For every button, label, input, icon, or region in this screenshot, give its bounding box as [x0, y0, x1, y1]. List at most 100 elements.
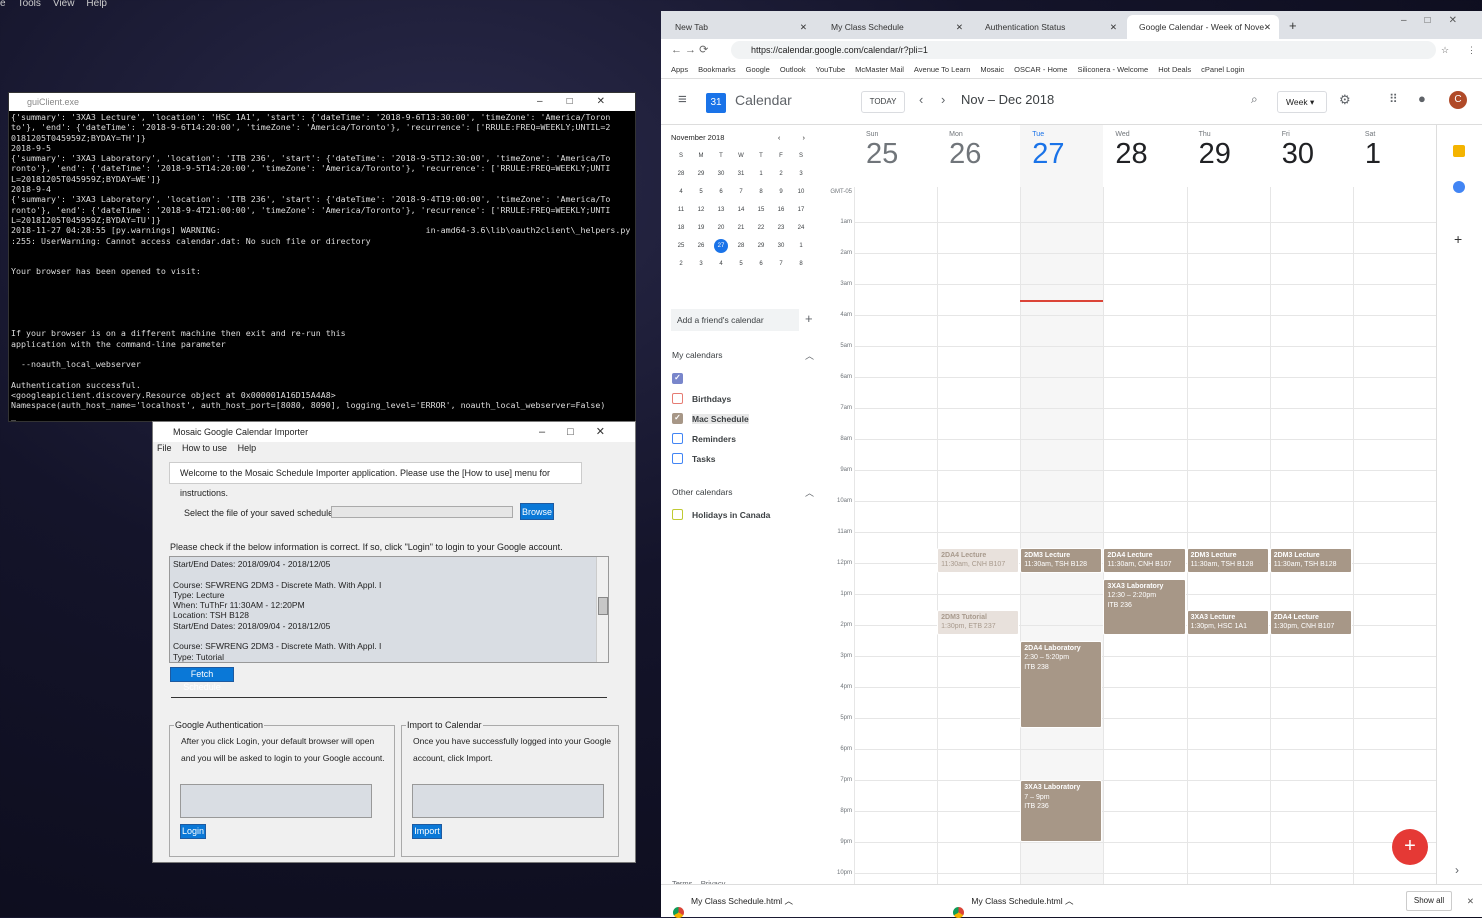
- calendar-event[interactable]: 2DM3 Lecture 11:30am, TSH B128: [1186, 547, 1269, 574]
- calendar-list-item[interactable]: Birthdays: [661, 389, 826, 409]
- hamburger-icon[interactable]: ≡: [678, 91, 687, 108]
- mini-day[interactable]: 19: [691, 219, 711, 237]
- mini-day[interactable]: 27: [711, 237, 731, 255]
- mini-day[interactable]: 6: [751, 255, 771, 273]
- console-titlebar[interactable]: guiClient.exe –□✕: [9, 93, 635, 111]
- bookmark-item[interactable]: Google: [746, 65, 770, 74]
- avatar[interactable]: C: [1449, 91, 1467, 109]
- add-addon-icon[interactable]: +: [1454, 231, 1462, 247]
- browse-button[interactable]: Browse: [520, 503, 554, 520]
- mini-day[interactable]: 14: [731, 201, 751, 219]
- day-header-mon[interactable]: Mon 26: [937, 125, 1020, 187]
- search-icon[interactable]: ⌕: [1251, 92, 1258, 107]
- view-select[interactable]: Week ▾: [1277, 91, 1327, 113]
- menu-how-to-use[interactable]: How to use: [182, 443, 227, 453]
- plus-icon[interactable]: +: [805, 311, 813, 326]
- day-header-fri[interactable]: Fri 30: [1270, 125, 1353, 187]
- mini-day[interactable]: 11: [671, 201, 691, 219]
- tab-my-class-schedule[interactable]: My Class Schedule ✕: [819, 15, 971, 39]
- tab-authentication-status[interactable]: Authentication Status ✕: [973, 15, 1125, 39]
- mini-day[interactable]: 3: [791, 165, 811, 183]
- close-icon[interactable]: ✕: [956, 15, 963, 39]
- mini-day[interactable]: 31: [731, 165, 751, 183]
- tasks-icon[interactable]: [1453, 181, 1465, 193]
- mini-day[interactable]: 17: [791, 201, 811, 219]
- mini-day[interactable]: 1: [751, 165, 771, 183]
- mini-day[interactable]: 21: [731, 219, 751, 237]
- mini-day[interactable]: 22: [751, 219, 771, 237]
- calendar-event[interactable]: 3XA3 Lecture 1:30pm, HSC 1A1: [1186, 609, 1269, 636]
- mini-day[interactable]: 2: [671, 255, 691, 273]
- bookmark-item[interactable]: Siliconera - Welcome: [1077, 65, 1148, 74]
- calendar-list-item[interactable]: Tasks: [661, 449, 826, 469]
- calendar-list-item[interactable]: ✓ Mac Schedule: [661, 409, 826, 429]
- create-event-button[interactable]: +: [1392, 829, 1428, 865]
- close-icon[interactable]: ✕: [800, 15, 807, 39]
- importer-titlebar[interactable]: Mosaic Google Calendar Importer –□✕: [153, 422, 635, 442]
- calendar-event[interactable]: 2DA4 Lecture 1:30pm, CNH B107: [1269, 609, 1352, 636]
- checkbox[interactable]: [672, 433, 683, 444]
- notifications-icon[interactable]: ●: [1418, 91, 1426, 106]
- mini-day[interactable]: 15: [751, 201, 771, 219]
- mini-nav-arrows[interactable]: ‹ ›: [778, 133, 815, 142]
- desktop-menu-item[interactable]: View: [53, 0, 75, 9]
- mini-day[interactable]: 29: [751, 237, 771, 255]
- my-calendars-header[interactable]: My calendars: [672, 350, 723, 360]
- schedule-info-box[interactable]: Start/End Dates: 2018/09/04 - 2018/12/05…: [169, 556, 609, 663]
- day-header-sat[interactable]: Sat 1: [1353, 125, 1436, 187]
- calendar-event[interactable]: 3XA3 Laboratory 12:30 – 2:20pm ITB 236: [1103, 578, 1186, 636]
- calendar-event[interactable]: 2DM3 Lecture 11:30am, TSH B128: [1020, 547, 1103, 574]
- next-arrow-icon[interactable]: ›: [941, 92, 945, 107]
- nav-buttons[interactable]: ← → ⟳: [671, 39, 708, 61]
- desktop-menu-item[interactable]: Help: [86, 0, 107, 9]
- menu-file[interactable]: File: [157, 443, 172, 453]
- window-controls[interactable]: –□✕: [539, 422, 627, 442]
- day-header-tue[interactable]: Tue 27: [1020, 125, 1103, 187]
- calendar-list-item[interactable]: Reminders: [661, 429, 826, 449]
- calendar-event[interactable]: 2DM3 Tutorial 1:30pm, ETB 237: [937, 609, 1020, 636]
- bookmark-item[interactable]: Apps: [671, 65, 688, 74]
- desktop-menu-item[interactable]: e: [0, 0, 6, 9]
- gear-icon[interactable]: ⚙: [1339, 92, 1351, 108]
- mini-day[interactable]: 25: [671, 237, 691, 255]
- mini-day[interactable]: 26: [691, 237, 711, 255]
- mini-day[interactable]: 10: [791, 183, 811, 201]
- url-field[interactable]: https://calendar.google.com/calendar/r?p…: [731, 41, 1436, 59]
- mini-day[interactable]: 16: [771, 201, 791, 219]
- fetch-schedule-button[interactable]: Fetch Schedule: [170, 667, 234, 692]
- tab-google-calendar[interactable]: Google Calendar - Week of Nove ✕: [1127, 15, 1279, 39]
- checkbox[interactable]: [672, 453, 683, 464]
- mini-day[interactable]: 23: [771, 219, 791, 237]
- info-scrollbar[interactable]: [596, 557, 608, 662]
- bookmark-item[interactable]: Bookmarks: [698, 65, 736, 74]
- menu-icon[interactable]: ⋮: [1467, 39, 1476, 61]
- mini-day[interactable]: 30: [711, 165, 731, 183]
- mini-day[interactable]: 20: [711, 219, 731, 237]
- mini-day[interactable]: 7: [771, 255, 791, 273]
- day-header-wed[interactable]: Wed 28: [1103, 125, 1186, 187]
- show-all-button[interactable]: Show all: [1406, 891, 1452, 911]
- checkbox[interactable]: ✓: [672, 373, 683, 384]
- bookmark-item[interactable]: cPanel Login: [1201, 65, 1244, 74]
- mini-day[interactable]: 3: [691, 255, 711, 273]
- other-calendars-header[interactable]: Other calendars: [672, 487, 732, 497]
- checkbox[interactable]: ✓: [672, 413, 683, 424]
- mini-day[interactable]: 9: [771, 183, 791, 201]
- calendar-event[interactable]: 2DA4 Lecture 11:30am, CNH B107: [1103, 547, 1186, 574]
- close-icon[interactable]: ✕: [1264, 15, 1271, 39]
- bookmark-item[interactable]: Outlook: [780, 65, 806, 74]
- calendar-event[interactable]: 3XA3 Laboratory 7 – 9pm ITB 236: [1020, 780, 1103, 842]
- tab-new-tab[interactable]: New Tab ✕: [663, 15, 815, 39]
- download-item[interactable]: My Class Schedule.html ︿: [941, 896, 1073, 918]
- bookmark-item[interactable]: Avenue To Learn: [914, 65, 970, 74]
- login-button[interactable]: Login: [180, 824, 206, 839]
- file-path-input[interactable]: [331, 506, 513, 518]
- window-controls[interactable]: –□✕: [1401, 15, 1475, 26]
- mini-day[interactable]: 7: [731, 183, 751, 201]
- bookmark-item[interactable]: Hot Deals: [1158, 65, 1191, 74]
- import-output-box[interactable]: [412, 784, 604, 818]
- bookmark-item[interactable]: OSCAR - Home: [1014, 65, 1067, 74]
- window-controls[interactable]: –□✕: [537, 93, 629, 111]
- keep-icon[interactable]: [1453, 145, 1465, 157]
- chevron-up-icon[interactable]: ︿: [805, 486, 814, 499]
